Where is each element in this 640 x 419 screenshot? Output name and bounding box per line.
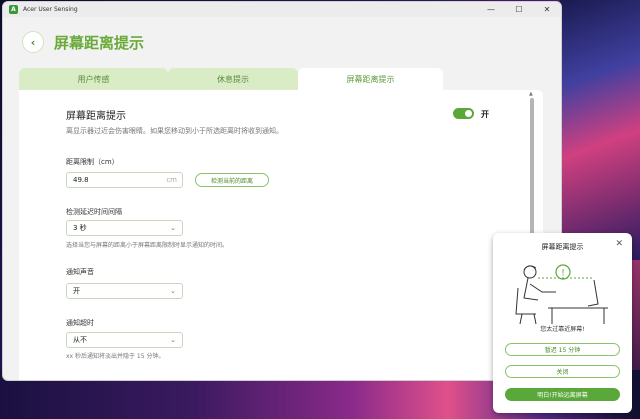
tab-screen-distance[interactable]: 屏幕距离提示 (298, 68, 443, 90)
close-icon[interactable]: ✕ (615, 239, 623, 249)
popup-message: 您太过靠近屏幕! (540, 326, 585, 333)
popup-title: 屏幕距离提示 (541, 243, 584, 251)
user-too-close-illustration: ! (515, 264, 608, 325)
chevron-down-icon: ⌄ (170, 336, 176, 344)
section-title: 屏幕距离提示 (66, 111, 126, 122)
acknowledge-button[interactable]: 明白!开始远离屏幕 (505, 388, 620, 401)
wallpaper-right (560, 0, 640, 260)
scrollbar-thumb[interactable] (530, 98, 534, 238)
desk (548, 307, 608, 324)
person-chair (515, 287, 537, 325)
interval-value: 3 秒 (73, 224, 87, 232)
chevron-left-icon: ‹ (30, 35, 36, 49)
chevron-down-icon: ⌄ (170, 287, 176, 295)
warning-glyph: ! (561, 269, 565, 279)
person-torso (523, 277, 539, 301)
timeout-hint: xx 秒后通知将淡出并隐于 15 分钟。 (66, 353, 165, 360)
sound-label: 通知声音 (66, 268, 94, 276)
distance-limit-input[interactable]: 49.8 cm (66, 172, 183, 188)
distance-limit-label: 距离限制（cm） (66, 158, 119, 166)
sound-value: 开 (73, 287, 80, 295)
tab-bar: 用户传感 休息提示 屏幕距离提示 (19, 68, 443, 90)
sound-select[interactable]: 开 ⌄ (66, 283, 183, 299)
chevron-down-icon: ⌄ (170, 224, 176, 232)
minimize-button[interactable]: — (477, 2, 505, 17)
snooze-button[interactable]: 暂迟 15 分钟 (505, 343, 620, 356)
detect-distance-button[interactable]: 检测当前的距离 (195, 173, 269, 187)
page-title: 屏幕距离提示 (54, 34, 145, 52)
tab-user-sensing[interactable]: 用户传感 (19, 68, 168, 90)
close-button[interactable]: ✕ (533, 2, 561, 17)
acer-app-icon: A (9, 5, 18, 14)
dismiss-button[interactable]: 关闭 (505, 365, 620, 378)
window-controls: — ☐ ✕ (477, 2, 561, 17)
monitor (587, 279, 599, 307)
distance-unit: cm (166, 176, 177, 184)
toggle-state-label: 开 (481, 110, 489, 119)
timeout-select[interactable]: 从不 ⌄ (66, 332, 183, 348)
toggle-knob (465, 110, 472, 117)
back-button[interactable]: ‹ (22, 31, 44, 53)
app-title: Acer User Sensing (23, 6, 78, 13)
person-arm (529, 283, 556, 293)
distance-notification-popup: 屏幕距离提示 ✕ ! 您太过靠近屏幕! 暂迟 15 分钟 关闭 明白!开始远离屏… (493, 233, 632, 413)
timeout-value: 从不 (73, 336, 87, 344)
interval-label: 检测延迟时间间隔 (66, 208, 122, 216)
scroll-up-arrow-icon[interactable]: ▲ (529, 91, 533, 97)
title-bar: A Acer User Sensing — ☐ ✕ (3, 2, 561, 17)
distance-value: 49.8 (73, 176, 89, 184)
interval-hint: 选择当您与屏幕的距离小于屏幕距离限制时显示通知的时间。 (66, 242, 229, 249)
tab-break-reminder[interactable]: 休息提示 (168, 68, 298, 90)
interval-select[interactable]: 3 秒 ⌄ (66, 220, 183, 236)
maximize-button[interactable]: ☐ (505, 2, 533, 17)
section-description: 离显示器过近会伤害眼睛。如果您移动到小于所选距离时将收到通知。 (66, 127, 283, 135)
screen-distance-toggle[interactable] (453, 108, 474, 119)
timeout-label: 通知超时 (66, 319, 94, 327)
